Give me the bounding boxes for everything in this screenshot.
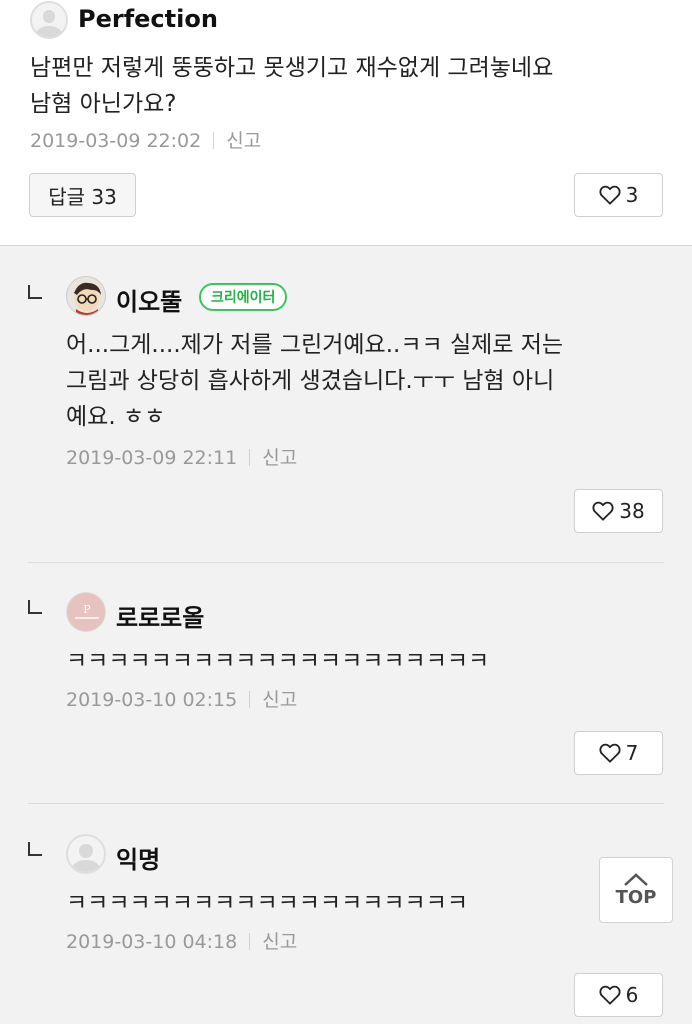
heart-outline-icon [599,743,621,763]
scroll-top-label: TOP [615,886,657,908]
chevron-up-icon [624,872,648,886]
report-link[interactable]: 신고 [226,130,261,152]
reply-timestamp: 2019-03-09 22:11 [66,447,238,469]
reply-text: 어...그게....제가 저를 그린거예요..ㅋㅋ 실제로 저는 그림과 상당히… [66,327,563,435]
like-button[interactable]: 6 [574,973,663,1017]
comment-text: 남편만 저렇게 뚱뚱하고 못생기고 재수없게 그려놓네요 남혐 아닌가요? [30,50,553,122]
reply-text-line: 어...그게....제가 저를 그린거예요..ㅋㅋ 실제로 저는 [66,332,564,358]
reply-corner-icon [28,285,42,299]
reply-author[interactable]: 이오뚤 [116,282,182,317]
reply-text: ㅋㅋㅋㅋㅋㅋㅋㅋㅋㅋㅋㅋㅋㅋㅋㅋㅋㅋㅋ [66,885,468,921]
like-count: 6 [625,983,639,1007]
comment-meta: 2019-03-09 22:02 신고 [30,126,261,153]
avatar[interactable] [30,1,68,39]
like-button[interactable]: 3 [574,173,663,217]
reply-count-label: 답글 33 [48,184,117,209]
comment-text-line: 남혐 아닌가요? [30,91,177,117]
creator-badge: 크리에이터 [199,283,288,311]
reply-corner-icon [28,842,42,856]
svg-text:P: P [83,603,91,616]
scroll-top-button[interactable]: TOP [599,857,673,923]
divider [28,803,664,804]
reply-text-line: 그림과 상당히 흡사하게 생겼습니다.ㅜㅜ 남혐 아니 [66,368,555,394]
like-button[interactable]: 7 [574,731,663,775]
comment-author[interactable]: Perfection [78,5,218,33]
reply-text-line: ㅋㅋㅋㅋㅋㅋㅋㅋㅋㅋㅋㅋㅋㅋㅋㅋㅋㅋㅋㅋ [66,648,490,674]
reply-meta: 2019-03-10 04:18 신고 [66,927,297,954]
avatar[interactable] [66,276,106,316]
report-link[interactable]: 신고 [262,447,297,469]
like-count: 3 [625,183,639,207]
reply-author[interactable]: 익명 [116,840,160,875]
comment-text-line: 남편만 저렇게 뚱뚱하고 못생기고 재수없게 그려놓네요 [30,55,554,81]
reply-text-line: ㅋㅋㅋㅋㅋㅋㅋㅋㅋㅋㅋㅋㅋㅋㅋㅋㅋㅋㅋ [66,890,469,916]
report-link[interactable]: 신고 [262,931,297,953]
reply-corner-icon [28,600,42,614]
heart-outline-icon [599,985,621,1005]
heart-outline-icon [592,501,614,521]
reply-meta: 2019-03-10 02:15 신고 [66,685,297,712]
top-comment: Perfection 남편만 저렇게 뚱뚱하고 못생기고 재수없게 그려놓네요 … [0,0,692,246]
like-button[interactable]: 38 [574,489,663,533]
avatar[interactable] [66,834,106,874]
heart-outline-icon [599,185,621,205]
reply-author[interactable]: 로로로올 [116,598,204,633]
reply-meta: 2019-03-09 22:11 신고 [66,443,297,470]
creator-avatar-icon [74,282,101,315]
report-link[interactable]: 신고 [262,689,297,711]
comment-timestamp: 2019-03-09 22:02 [30,130,202,152]
reply-timestamp: 2019-03-10 04:18 [66,931,238,953]
reply-text-line: 예요. ㅎㅎ [66,404,166,430]
reply-count-button[interactable]: 답글 33 [29,173,136,217]
reply-text: ㅋㅋㅋㅋㅋㅋㅋㅋㅋㅋㅋㅋㅋㅋㅋㅋㅋㅋㅋㅋ [66,643,489,679]
like-count: 7 [625,741,639,765]
divider [28,562,664,563]
like-count: 38 [619,499,645,523]
reply-timestamp: 2019-03-10 02:15 [66,689,238,711]
profile-logo-icon: P [67,593,105,631]
avatar[interactable]: P [66,592,106,632]
